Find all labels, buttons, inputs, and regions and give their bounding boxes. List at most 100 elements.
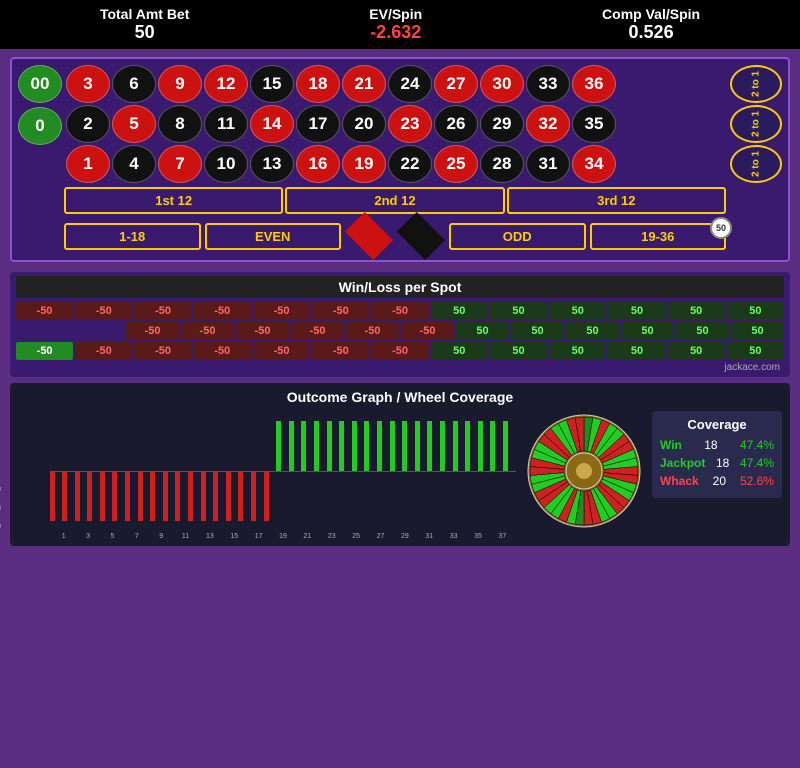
ev-spin-value: -2.632 bbox=[369, 22, 422, 43]
number-13[interactable]: 13 bbox=[250, 145, 294, 183]
x-label-19: 19 bbox=[271, 533, 294, 540]
bar-11 bbox=[189, 411, 193, 531]
bar-fill-15 bbox=[238, 471, 243, 521]
diamond-red-container[interactable] bbox=[345, 218, 393, 254]
bar-fill-34 bbox=[478, 421, 483, 471]
number-15[interactable]: 15 bbox=[250, 65, 294, 103]
diamond-black-container[interactable] bbox=[397, 218, 445, 254]
wl-r3c7: -50 bbox=[371, 342, 428, 360]
winloss-section: Win/Loss per Spot -50 -50 -50 -50 -50 -5… bbox=[10, 272, 790, 377]
number-20[interactable]: 20 bbox=[342, 105, 386, 143]
number-26[interactable]: 26 bbox=[434, 105, 478, 143]
bar-fill-28 bbox=[402, 421, 407, 471]
number-6[interactable]: 6 bbox=[112, 65, 156, 103]
wl-r1c5: -50 bbox=[253, 302, 310, 320]
wl-r3c5: -50 bbox=[253, 342, 310, 360]
number-8[interactable]: 8 bbox=[158, 105, 202, 143]
bar-chart-container: 6040200-20-40-60 13579111315171921232527… bbox=[18, 411, 516, 540]
number-9[interactable]: 9 bbox=[158, 65, 202, 103]
number-31[interactable]: 31 bbox=[526, 145, 570, 183]
bar-fill-35 bbox=[490, 421, 495, 471]
roulette-table: 00 0 3 6 9 12 15 18 21 24 27 30 33 bbox=[10, 57, 790, 262]
wl-r1c4: -50 bbox=[194, 302, 251, 320]
bet-1-18[interactable]: 1-18 bbox=[64, 223, 201, 250]
number-00[interactable]: 00 bbox=[18, 65, 62, 103]
number-12[interactable]: 12 bbox=[204, 65, 248, 103]
dozen-3rd[interactable]: 3rd 12 bbox=[507, 187, 726, 214]
number-4[interactable]: 4 bbox=[112, 145, 156, 183]
number-0[interactable]: 0 bbox=[18, 107, 62, 145]
wl-r1c2: -50 bbox=[75, 302, 132, 320]
dozen-1st[interactable]: 1st 12 bbox=[64, 187, 283, 214]
number-36[interactable]: 36 bbox=[572, 65, 616, 103]
number-22[interactable]: 22 bbox=[388, 145, 432, 183]
bet-odd[interactable]: ODD bbox=[449, 223, 586, 250]
number-18[interactable]: 18 bbox=[296, 65, 340, 103]
number-35[interactable]: 35 bbox=[572, 105, 616, 143]
total-amt-bet: Total Amt Bet 50 bbox=[100, 6, 189, 43]
number-27[interactable]: 27 bbox=[434, 65, 478, 103]
number-32[interactable]: 32 bbox=[526, 105, 570, 143]
number-14[interactable]: 14 bbox=[250, 105, 294, 143]
bar-fill-20 bbox=[301, 421, 306, 471]
bar-31 bbox=[440, 411, 444, 531]
number-16[interactable]: 16 bbox=[296, 145, 340, 183]
number-24[interactable]: 24 bbox=[388, 65, 432, 103]
bar-fill-30 bbox=[427, 421, 432, 471]
wl-r2c8: -50 bbox=[401, 322, 454, 340]
bar-fill-10 bbox=[175, 471, 180, 521]
bar-13 bbox=[214, 411, 218, 531]
wl-r1c13: 50 bbox=[727, 302, 784, 320]
number-10[interactable]: 10 bbox=[204, 145, 248, 183]
number-11[interactable]: 11 bbox=[204, 105, 248, 143]
x-label-23: 23 bbox=[320, 533, 343, 540]
dozen-2nd[interactable]: 2nd 12 bbox=[285, 187, 504, 214]
outcome-content: 6040200-20-40-60 13579111315171921232527… bbox=[18, 411, 782, 540]
number-21[interactable]: 21 bbox=[342, 65, 386, 103]
bar-fill-21 bbox=[314, 421, 319, 471]
bar-fill-1 bbox=[62, 471, 67, 521]
bar-16 bbox=[252, 411, 256, 531]
bar-33 bbox=[466, 411, 470, 531]
number-28[interactable]: 28 bbox=[480, 145, 524, 183]
number-25[interactable]: 25 bbox=[434, 145, 478, 183]
wl-r3c12: 50 bbox=[668, 342, 725, 360]
wl-r2c1 bbox=[16, 322, 69, 340]
number-33[interactable]: 33 bbox=[526, 65, 570, 103]
wl-r2c11: 50 bbox=[566, 322, 619, 340]
bar-20 bbox=[302, 411, 306, 531]
number-17[interactable]: 17 bbox=[296, 105, 340, 143]
coverage-whack-count: 20 bbox=[713, 474, 726, 488]
number-23[interactable]: 23 bbox=[388, 105, 432, 143]
bar-fill-16 bbox=[251, 471, 256, 521]
bar-9 bbox=[163, 411, 167, 531]
number-34[interactable]: 34 bbox=[572, 145, 616, 183]
bet-even[interactable]: EVEN bbox=[205, 223, 342, 250]
x-label-3: 3 bbox=[76, 533, 99, 540]
x-label-1: 1 bbox=[52, 533, 75, 540]
bar-fill-5 bbox=[112, 471, 117, 521]
number-29[interactable]: 29 bbox=[480, 105, 524, 143]
number-3[interactable]: 3 bbox=[66, 65, 110, 103]
bet-19-36[interactable]: 19-36 50 bbox=[590, 223, 727, 250]
wl-r1c9: 50 bbox=[490, 302, 547, 320]
number-19[interactable]: 19 bbox=[342, 145, 386, 183]
side-bet-row2[interactable]: 2 to 1 bbox=[730, 105, 782, 143]
number-30[interactable]: 30 bbox=[480, 65, 524, 103]
number-5[interactable]: 5 bbox=[112, 105, 156, 143]
wl-r1c8: 50 bbox=[431, 302, 488, 320]
number-1[interactable]: 1 bbox=[66, 145, 110, 183]
wl-r3c6: -50 bbox=[312, 342, 369, 360]
wl-r1c12: 50 bbox=[668, 302, 725, 320]
number-2[interactable]: 2 bbox=[66, 105, 110, 143]
side-bet-row1[interactable]: 2 to 1 bbox=[730, 65, 782, 103]
winloss-row-1: -50 -50 -50 -50 -50 -50 -50 50 50 50 50 … bbox=[16, 302, 784, 320]
side-bet-row3[interactable]: 2 to 1 bbox=[730, 145, 782, 183]
bar-fill-17 bbox=[264, 471, 269, 521]
bar-chart bbox=[50, 411, 516, 531]
x-label-15: 15 bbox=[223, 533, 246, 540]
number-7[interactable]: 7 bbox=[158, 145, 202, 183]
bar-19 bbox=[289, 411, 293, 531]
bar-36 bbox=[503, 411, 507, 531]
bar-fill-14 bbox=[226, 471, 231, 521]
